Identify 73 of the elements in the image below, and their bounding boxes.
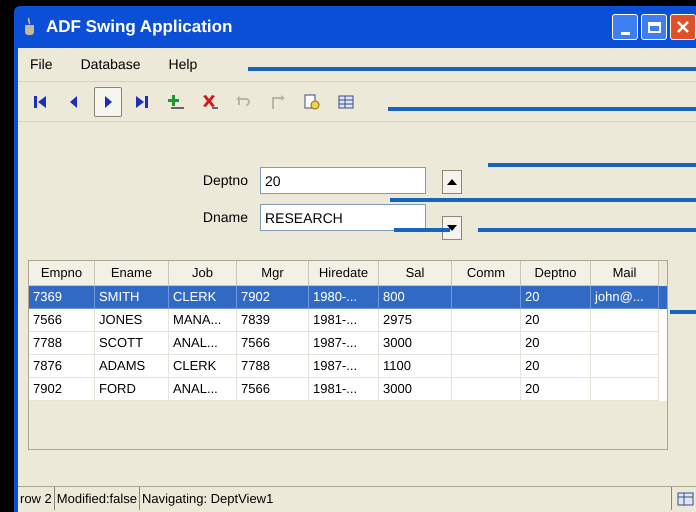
table-cell-text: JONES: [99, 311, 142, 330]
table-cell-text: 3000: [383, 334, 412, 352]
close-button[interactable]: [670, 14, 696, 40]
table-cell-text: 7369: [33, 288, 62, 306]
table-cell-text: 1981-...: [313, 311, 358, 330]
table-row[interactable]: 7876 ADAMS CLERK 7788 1987-... 1100 20: [29, 355, 667, 378]
down-arrow-icon: [447, 225, 457, 231]
table-cell-text: 7839: [241, 311, 270, 330]
table-row[interactable]: 7788 SCOTT ANAL... 7566 1987-... 3000 20: [29, 332, 667, 355]
table-row[interactable]: 7902 FORD ANAL... 7566 1981-... 3000 20: [29, 378, 667, 401]
grid-icon: [337, 92, 355, 110]
maximize-button[interactable]: [641, 14, 667, 40]
column-header[interactable]: Sal: [379, 261, 452, 286]
table-cell-text: ANAL...: [173, 334, 218, 352]
table-cell-text: 1981-...: [313, 380, 358, 398]
table-cell-text: CLERK: [173, 357, 216, 376]
table-cell-text: 2975: [383, 311, 412, 330]
table-row[interactable]: 7369 SMITH CLERK 7902 1980-... 800 20 john@...: [29, 286, 667, 309]
field-label: Deptno: [202, 171, 248, 190]
table-cell-text: 7902: [241, 288, 270, 306]
table-cell-text: 7788: [33, 334, 62, 352]
table-cell-text: FORD: [99, 380, 136, 398]
toolbar-button[interactable]: [94, 86, 122, 116]
table-cell-text: 1100: [383, 357, 411, 376]
up-arrow-icon: [447, 179, 457, 185]
table-cell-text: 7566: [33, 311, 62, 330]
column-header[interactable]: Job: [169, 261, 237, 286]
column-header[interactable]: Hiredate: [309, 261, 379, 286]
column-header[interactable]: Empno: [29, 261, 95, 286]
field-label: Dname: [202, 208, 248, 227]
table-cell-text: ANAL...: [173, 380, 218, 398]
table-cell-text: SMITH: [99, 288, 140, 306]
table-cell-text: MANA...: [173, 311, 222, 330]
status-text: Modified:false: [54, 487, 140, 510]
close-icon: [677, 21, 689, 33]
column-header[interactable]: Comm: [452, 261, 521, 286]
delete-row-icon: [201, 92, 219, 110]
table-cell-text: 20: [525, 380, 540, 398]
column-header[interactable]: Mail: [591, 261, 659, 286]
table-cell-text: 1987-...: [313, 357, 358, 376]
scroll-down-button[interactable]: [442, 216, 462, 240]
text-field[interactable]: RESEARCH: [260, 204, 426, 231]
table-cell-text: 7876: [33, 357, 62, 376]
status-text: row 2: [18, 487, 55, 510]
menu-item[interactable]: File: [30, 54, 53, 75]
table-cell-text: 7788: [241, 357, 270, 376]
table-cell-text: john@...: [595, 288, 644, 306]
column-header[interactable]: Mgr: [237, 261, 309, 286]
table-row[interactable]: 7566 JONES MANA... 7839 1981-... 2975 20: [29, 309, 667, 332]
text-field[interactable]: 20: [260, 167, 426, 194]
column-header[interactable]: Ename: [95, 261, 169, 286]
scroll-up-button[interactable]: [442, 170, 462, 194]
table-cell-text: 7566: [241, 380, 270, 398]
table-cell-text: ADAMS: [99, 357, 146, 376]
add-row-icon: [167, 92, 185, 110]
table-cell-text: 1980-...: [313, 288, 358, 306]
table-cell-text: 1987-...: [313, 334, 358, 352]
table-cell-text: 20: [525, 334, 540, 352]
table-cell-text: CLERK: [173, 288, 216, 306]
table-cell-text: 7566: [241, 334, 270, 352]
status-text: Navigating: DeptView1: [140, 487, 672, 510]
table-cell-text: 20: [525, 357, 540, 376]
column-header[interactable]: Deptno: [521, 261, 591, 286]
table-cell-text: 800: [383, 288, 405, 306]
table-cell-text: SCOTT: [99, 334, 144, 352]
table-cell-text: 20: [525, 311, 540, 330]
window-title: ADF Swing Application: [46, 16, 232, 38]
menu-item[interactable]: Help: [168, 54, 198, 75]
menu-item[interactable]: Database: [80, 54, 140, 75]
table-cell-text: 7902: [33, 380, 62, 398]
table-cell-text: 20: [525, 288, 540, 306]
table-cell-text: 3000: [383, 380, 412, 398]
minimize-button[interactable]: [612, 14, 638, 40]
